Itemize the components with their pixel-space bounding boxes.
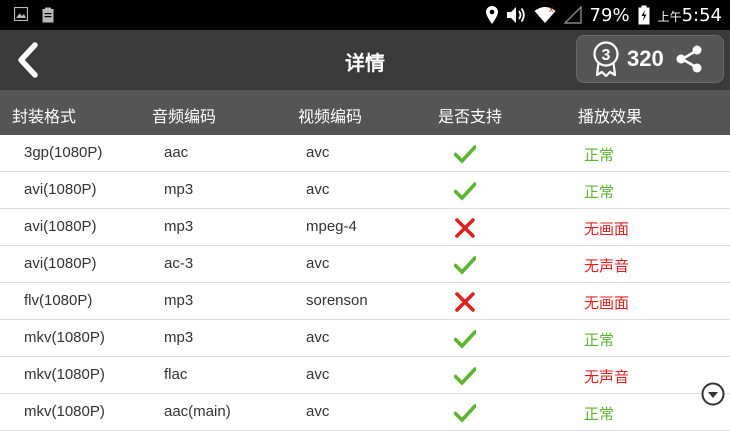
cell-video: avc (306, 144, 330, 161)
notification-icons (14, 7, 54, 23)
check-icon (454, 404, 476, 423)
app-header: 详情 3 320 (0, 30, 730, 90)
cell-container: mkv(1080P) (24, 403, 105, 420)
table-row[interactable]: mkv(1080P) flac avc 无声音 (0, 357, 730, 394)
cell-container: avi(1080P) (24, 218, 97, 235)
cell-container: avi(1080P) (24, 181, 97, 198)
score-panel[interactable]: 3 320 (576, 35, 724, 83)
header-container-format: 封装格式 (12, 107, 77, 126)
check-icon (454, 182, 476, 201)
cell-video: mpeg-4 (306, 218, 357, 235)
svg-text:x: x (549, 6, 554, 14)
header-video-codec: 视频编码 (298, 107, 363, 126)
system-status: x 79% 上午 5:54 (485, 3, 722, 27)
cell-container: mkv(1080P) (24, 329, 105, 346)
check-icon (454, 256, 476, 275)
share-icon[interactable] (674, 44, 704, 74)
scroll-down-icon[interactable] (701, 382, 725, 406)
cell-audio: flac (164, 366, 188, 383)
cell-video: avc (306, 329, 330, 346)
cell-audio: aac(main) (164, 403, 231, 420)
cell-container: 3gp(1080P) (24, 144, 103, 161)
cell-effect: 无画面 (584, 294, 630, 312)
table-row[interactable]: avi(1080P) mp3 avc 正常 (0, 172, 730, 209)
cell-audio: mp3 (164, 181, 194, 198)
cell-effect: 无声音 (584, 368, 630, 386)
cell-video: sorenson (306, 292, 368, 309)
clock-time: 5:54 (681, 4, 722, 26)
medal-icon: 3 (593, 41, 619, 77)
table-row[interactable]: avi(1080P) ac-3 avc 无声音 (0, 246, 730, 283)
check-icon (454, 330, 476, 349)
cell-effect: 无声音 (584, 257, 630, 275)
location-icon (485, 6, 498, 24)
cell-container: flv(1080P) (24, 292, 93, 309)
cell-effect: 正常 (584, 146, 615, 164)
header-audio-codec: 音频编码 (152, 107, 217, 126)
cell-video: avc (306, 181, 330, 198)
cell-effect: 无画面 (584, 220, 630, 238)
header-supported: 是否支持 (438, 107, 503, 126)
cell-audio: mp3 (164, 292, 194, 309)
table-row[interactable]: flv(1080P) mp3 sorenson 无画面 (0, 283, 730, 320)
cell-audio: aac (164, 144, 189, 161)
medal-number: 3 (602, 47, 611, 64)
cell-effect: 正常 (584, 331, 615, 349)
cell-container: avi(1080P) (24, 255, 97, 272)
clock: 上午 5:54 (658, 5, 722, 26)
cross-icon (455, 292, 475, 312)
table-header: 封装格式 音频编码 视频编码 是否支持 播放效果 (0, 90, 730, 135)
clipboard-notification-icon (42, 7, 54, 23)
image-notification-icon (14, 7, 28, 21)
table-row[interactable]: 3gp(1080P) aac avc 正常 (0, 135, 730, 172)
status-bar: x 79% 上午 5:54 (0, 0, 730, 30)
cell-audio: mp3 (164, 218, 194, 235)
cell-effect: 正常 (584, 183, 615, 201)
cell-container: mkv(1080P) (24, 366, 105, 383)
volume-icon (506, 7, 525, 23)
cross-icon (455, 218, 475, 238)
cell-video: avc (306, 255, 330, 272)
battery-percent: 79% (589, 4, 630, 26)
table-row[interactable]: mkv(1080P) aac(main) avc 正常 (0, 394, 730, 431)
cell-video: avc (306, 403, 330, 420)
cell-effect: 正常 (584, 405, 615, 423)
score-value: 320 (627, 46, 664, 71)
header-playback-effect: 播放效果 (578, 107, 643, 126)
check-icon (454, 145, 476, 164)
cell-audio: ac-3 (164, 255, 194, 272)
table-row[interactable]: mkv(1080P) mp3 avc 正常 (0, 320, 730, 357)
cell-video: avc (306, 366, 330, 383)
table-row[interactable]: avi(1080P) mp3 mpeg-4 无画面 (0, 209, 730, 246)
cell-signal-icon (563, 6, 582, 24)
cell-audio: mp3 (164, 329, 194, 346)
clock-ampm: 上午 (657, 9, 682, 24)
battery-icon (638, 5, 650, 25)
wifi-icon: x (534, 6, 556, 23)
check-icon (454, 367, 476, 386)
